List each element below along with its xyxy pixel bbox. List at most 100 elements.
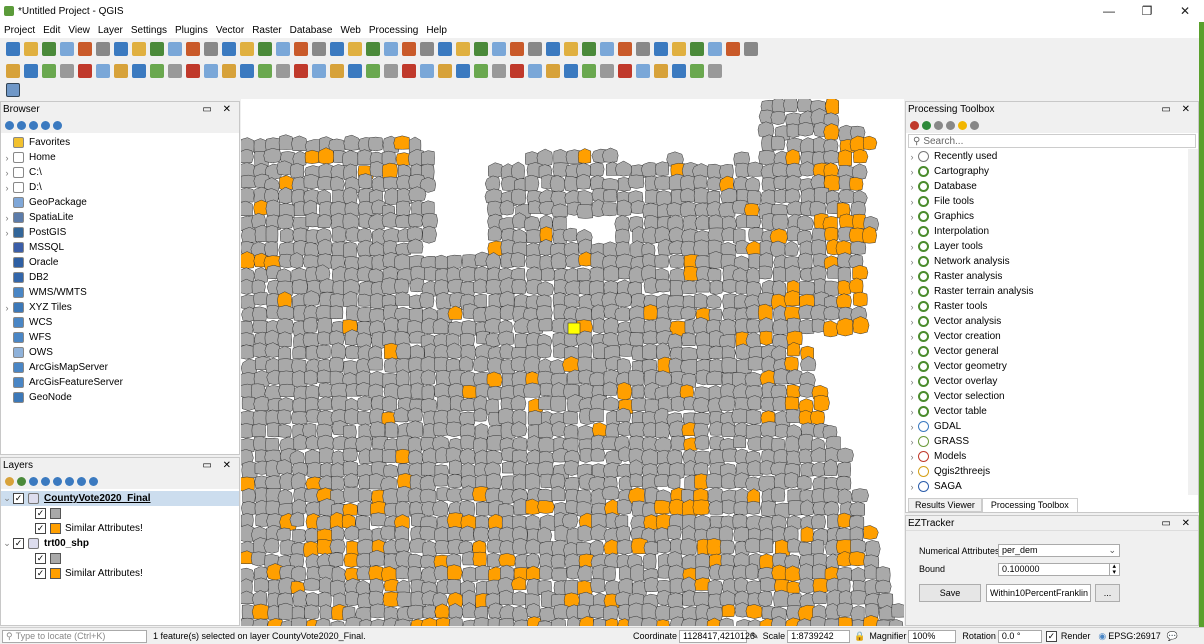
tab-results-viewer[interactable]: Results Viewer (908, 498, 982, 512)
locator-input[interactable]: ⚲ Type to locate (Ctrl+K) (2, 629, 147, 643)
expand-arrow-icon[interactable]: › (906, 317, 918, 327)
expand-arrow-icon[interactable]: › (906, 272, 918, 282)
toolbar-tool-icon[interactable] (600, 42, 614, 56)
toolbar-tool-icon[interactable] (78, 42, 92, 56)
toolbar-tool-icon[interactable] (258, 42, 272, 56)
scripts-icon[interactable] (922, 120, 931, 130)
toolbar-tool-icon[interactable] (240, 42, 254, 56)
close-button[interactable]: ✕ (1166, 0, 1204, 22)
toolbox-provider[interactable]: › GRASS (906, 434, 1198, 449)
tab-processing-toolbox[interactable]: Processing Toolbox (981, 498, 1078, 512)
toolbar-tool-icon[interactable] (6, 42, 20, 56)
legend-symbol-item[interactable]: ✓ (1, 551, 239, 566)
layer-item[interactable]: ⌄ ✓ trt00_shp (1, 536, 239, 551)
filter-icon[interactable] (41, 476, 50, 486)
output-name-input[interactable]: Within10PercentFranklin (986, 584, 1091, 602)
toolbar-tool-icon[interactable] (564, 64, 578, 78)
toolbar-tool-icon[interactable] (690, 42, 704, 56)
edit-in-place-icon[interactable] (958, 120, 967, 130)
map-canvas[interactable] (241, 99, 904, 626)
browser-item[interactable]: › XYZ Tiles (1, 300, 239, 315)
toolbar-tool-icon[interactable] (294, 42, 308, 56)
toolbar-tool-icon[interactable] (168, 64, 182, 78)
toolbar-tool-icon[interactable] (438, 42, 452, 56)
toolbar-tool-icon[interactable] (726, 42, 740, 56)
toolbar-tool-icon[interactable] (492, 64, 506, 78)
toolbar-tool-icon[interactable] (312, 42, 326, 56)
expand-arrow-icon[interactable]: › (906, 407, 918, 417)
layer-visibility-checkbox[interactable]: ✓ (13, 538, 24, 549)
toolbar-tool-icon[interactable] (582, 64, 596, 78)
numerical-attributes-select[interactable]: per_dem ⌄ (998, 544, 1120, 557)
expand-arrow-icon[interactable]: › (906, 167, 918, 177)
crs-label[interactable]: EPSG:26917 (1108, 631, 1161, 641)
chevron-down-icon[interactable]: ⌄ (1, 493, 13, 504)
toolbar-tool-icon[interactable] (330, 42, 344, 56)
toolbox-provider[interactable]: › Interpolation (906, 224, 1198, 239)
expand-arrow-icon[interactable]: › (1, 183, 13, 193)
add-icon[interactable] (5, 120, 14, 130)
expand-arrow-icon[interactable]: › (906, 242, 918, 252)
save-button[interactable]: Save (919, 584, 981, 602)
expand-arrow-icon[interactable]: › (906, 257, 918, 267)
info-icon[interactable] (53, 120, 62, 130)
toolbar-tool-icon[interactable] (96, 42, 110, 56)
toolbar-tool-icon[interactable] (672, 42, 686, 56)
toolbar-tool-icon[interactable] (150, 64, 164, 78)
toolbar-tool-icon[interactable] (6, 64, 20, 78)
panel-float-close-icon[interactable]: ▭ ✕ (202, 104, 235, 115)
browser-item[interactable]: WCS (1, 315, 239, 330)
toolbar-tool-icon[interactable] (222, 42, 236, 56)
expand-arrow-icon[interactable]: › (906, 287, 918, 297)
rotation-field[interactable]: 0.0 ° (997, 629, 1042, 643)
toolbar-tool-icon[interactable] (96, 64, 110, 78)
bound-input[interactable]: 0.100000 ▴ ▾ (998, 563, 1120, 576)
browser-item[interactable]: Favorites (1, 135, 239, 150)
layer-visibility-checkbox[interactable]: ✓ (13, 493, 24, 504)
panel-float-close-icon[interactable]: ▭ ✕ (1161, 518, 1194, 529)
expand-arrow-icon[interactable]: › (1, 228, 13, 238)
toolbox-provider[interactable]: › Vector selection (906, 389, 1198, 404)
toolbar-tool-icon[interactable] (78, 64, 92, 78)
toolbox-provider[interactable]: › File tools (906, 194, 1198, 209)
menu-edit[interactable]: Edit (39, 25, 64, 36)
expand-arrow-icon[interactable]: › (1, 303, 13, 313)
toolbox-provider[interactable]: › Vector geometry (906, 359, 1198, 374)
expand-arrow-icon[interactable]: › (1, 213, 13, 223)
symbol-visibility-checkbox[interactable]: ✓ (35, 553, 46, 564)
toolbar-tool-icon[interactable] (168, 42, 182, 56)
browse-button[interactable]: ... (1095, 584, 1120, 602)
toolbox-provider[interactable]: › Raster tools (906, 299, 1198, 314)
messages-icon[interactable]: 💬 (1167, 631, 1178, 642)
toolbar-tool-icon[interactable] (456, 42, 470, 56)
browser-item[interactable]: › D:\ (1, 180, 239, 195)
toolbar-tool-icon[interactable] (276, 64, 290, 78)
symbol-visibility-checkbox[interactable]: ✓ (35, 568, 46, 579)
filter-icon[interactable] (29, 120, 38, 130)
options-icon[interactable] (970, 120, 979, 130)
toolbar-tool-icon[interactable] (330, 64, 344, 78)
spinner-icon[interactable]: ▴ ▾ (1109, 563, 1116, 576)
symbol-visibility-checkbox[interactable]: ✓ (35, 523, 46, 534)
menu-plugins[interactable]: Plugins (171, 25, 212, 36)
legend-symbol-item[interactable]: ✓ Similar Attributes! (1, 566, 239, 581)
toolbar-tool-icon[interactable] (240, 64, 254, 78)
toolbar-tool-icon[interactable] (708, 64, 722, 78)
toolbar-tool-icon[interactable] (60, 42, 74, 56)
toolbox-provider[interactable]: › Models (906, 449, 1198, 464)
toolbar-tool-icon[interactable] (600, 64, 614, 78)
toolbar-tool-icon[interactable] (42, 64, 56, 78)
magnifier-field[interactable]: 100% (908, 629, 957, 643)
expand-arrow-icon[interactable]: › (906, 302, 918, 312)
menu-layer[interactable]: Layer (94, 25, 127, 36)
visibility-icon[interactable] (29, 476, 38, 486)
browser-item[interactable]: GeoNode (1, 390, 239, 405)
expand-arrow-icon[interactable]: › (906, 392, 918, 402)
toolbox-provider[interactable]: › Vector general (906, 344, 1198, 359)
extents-icon[interactable]: ✎ (751, 631, 759, 642)
toolbar-tool-icon[interactable] (204, 64, 218, 78)
toolbar-tool-icon[interactable] (636, 42, 650, 56)
toolbox-provider[interactable]: › Network analysis (906, 254, 1198, 269)
browser-item[interactable]: Oracle (1, 255, 239, 270)
toolbox-provider[interactable]: › SAGA (906, 479, 1198, 494)
